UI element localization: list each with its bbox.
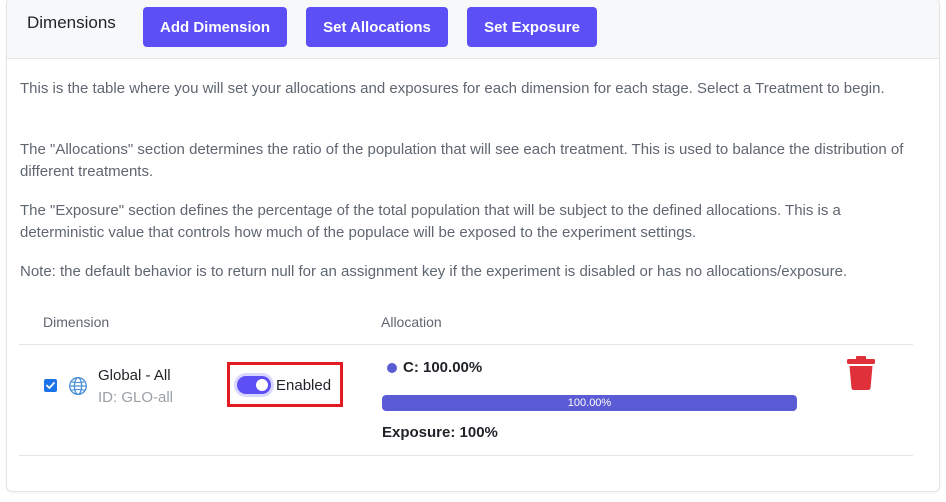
delete-button[interactable] — [845, 356, 877, 392]
description-intro: This is the table where you will set you… — [20, 80, 885, 97]
allocation-progress-bar: 100.00% — [382, 395, 797, 411]
card-header: Dimensions Add Dimension Set Allocations… — [7, 0, 939, 59]
description-exposure: The "Exposure" section defines the perce… — [20, 202, 841, 241]
set-exposure-button[interactable]: Set Exposure — [467, 7, 597, 47]
dimensions-card: Dimensions Add Dimension Set Allocations… — [6, 0, 940, 492]
exposure-label: Exposure: 100% — [382, 424, 498, 441]
table-divider — [19, 344, 913, 345]
allocation-progress-fill: 100.00% — [382, 395, 797, 411]
progress-text: 100.00% — [567, 397, 612, 409]
set-allocations-button[interactable]: Set Allocations — [306, 7, 448, 47]
dimensions-title: Dimensions — [27, 13, 116, 32]
column-header-dimension: Dimension — [43, 314, 110, 330]
allocation-color-dot — [387, 363, 397, 373]
checkmark-icon — [46, 382, 55, 389]
globe-icon — [68, 376, 88, 396]
toggle-label: Enabled — [276, 377, 332, 394]
description-allocations: The "Allocations" section determines the… — [20, 141, 904, 180]
description-note: Note: the default behavior is to return … — [20, 263, 848, 280]
table-divider — [19, 455, 913, 456]
toggle-knob — [256, 379, 268, 391]
column-header-allocation: Allocation — [381, 314, 442, 330]
add-dimension-button[interactable]: Add Dimension — [143, 7, 287, 47]
enabled-toggle[interactable] — [237, 376, 271, 394]
trash-icon — [847, 356, 875, 390]
allocation-label: C: 100.00% — [403, 359, 483, 376]
dimension-checkbox[interactable] — [44, 379, 57, 392]
dimension-name: Global - All — [98, 367, 171, 384]
dimension-id: ID: GLO-all — [98, 389, 174, 406]
